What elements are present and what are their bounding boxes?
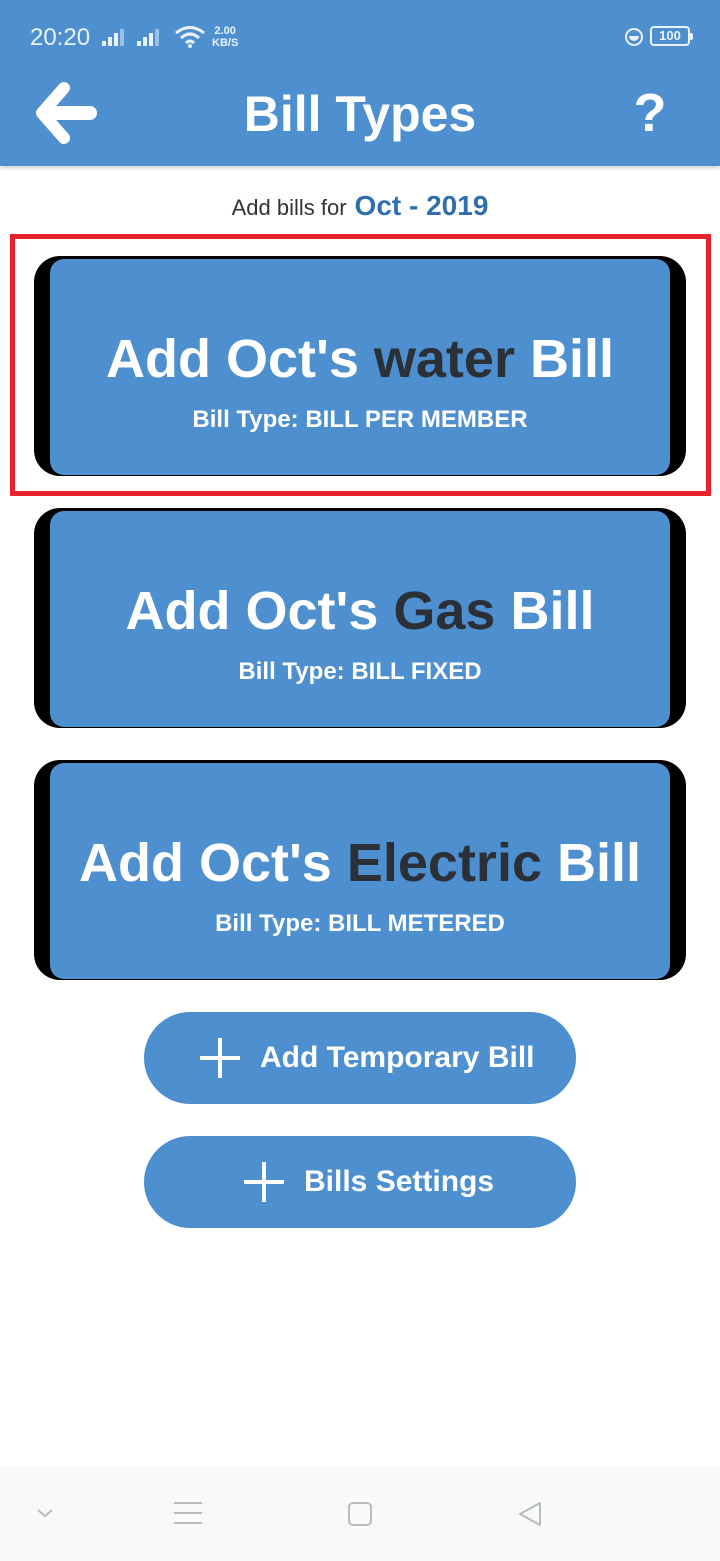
bill-title: Add Oct's Electric Bill [50,831,670,895]
signal-icon [137,28,163,46]
bill-type-name: water [373,329,515,389]
bill-type-label: Bill Type: BILL FIXED [238,658,482,685]
menu-icon[interactable] [174,1502,202,1524]
bill-type-name: Gas [393,581,496,641]
network-speed-value: 2.00 [214,25,236,37]
back-arrow-icon[interactable] [36,82,98,144]
bills-settings-label: Bills Settings [304,1165,495,1198]
wifi-icon [175,26,205,48]
bill-title: Add Oct's water Bill [50,327,670,391]
battery-icon: 100 [650,26,693,46]
signal-icon [102,28,128,46]
bill-suffix: Bill [557,833,642,893]
bill-suffix: Bill [529,329,614,389]
bills-settings-button[interactable]: Bills Settings [144,1136,576,1228]
add-temporary-bill-label: Add Temporary Bill [260,1041,535,1074]
period-label: Add bills for Oct - 2019 [0,186,720,228]
water-bill-button[interactable]: Add Oct's water Bill Bill Type: BILL PER… [50,259,670,475]
bill-type-name: Electric [346,833,542,893]
home-icon[interactable] [348,1502,372,1526]
system-nav-bar [0,1466,720,1561]
gas-bill-button[interactable]: Add Oct's Gas Bill Bill Type: BILL FIXED [50,511,670,727]
bill-title: Add Oct's Gas Bill [50,579,670,643]
plus-icon [200,1038,240,1078]
network-speed-unit: KB/S [212,37,239,49]
bill-type-label: Bill Type: BILL METERED [215,910,505,937]
status-time: 20:20 [30,24,91,51]
electric-bill-button[interactable]: Add Oct's Electric Bill Bill Type: BILL … [50,763,670,979]
bill-prefix: Add Oct's [125,581,379,641]
app-bar: 20:20 2.00 KB/S 100 Bill Types ? [0,0,720,166]
bill-suffix: Bill [510,581,595,641]
chevron-down-icon[interactable] [34,1506,56,1520]
data-saver-icon [625,28,643,46]
bill-type-label: Bill Type: BILL PER MEMBER [192,406,528,433]
help-icon[interactable]: ? [620,80,680,146]
plus-icon [244,1162,284,1202]
period-prefix: Add bills for [231,195,347,220]
period-month: Oct - 2019 [354,190,489,221]
add-temporary-bill-button[interactable]: Add Temporary Bill [144,1012,576,1104]
bill-prefix: Add Oct's [78,833,332,893]
network-speed: 2.00 KB/S [212,25,238,49]
page-title: Bill Types [243,86,477,142]
bill-prefix: Add Oct's [106,329,359,389]
nav-back-icon[interactable] [516,1500,544,1528]
